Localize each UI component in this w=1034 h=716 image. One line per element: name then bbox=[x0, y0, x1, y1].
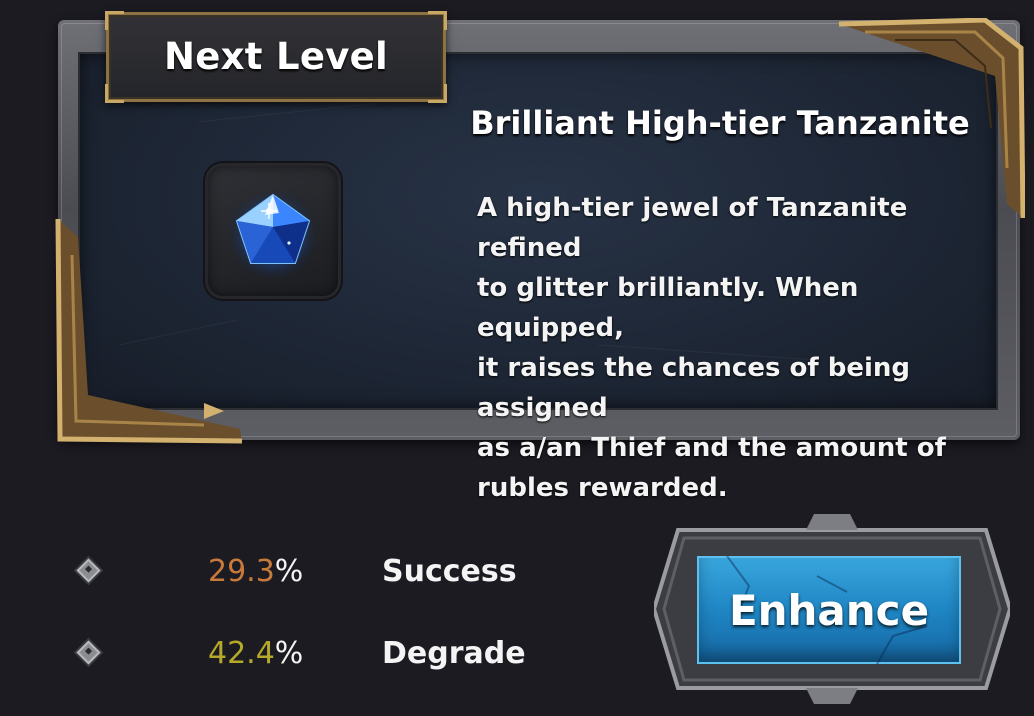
success-label: Success bbox=[382, 554, 517, 589]
degrade-rate-value: 42.4 bbox=[208, 636, 275, 671]
item-description: A high-tier jewel of Tanzanite refined t… bbox=[477, 188, 997, 508]
item-icon-slot bbox=[205, 163, 341, 299]
degrade-label: Degrade bbox=[382, 636, 526, 671]
success-rate-value: 29.3 bbox=[208, 554, 275, 589]
degrade-rate-unit: % bbox=[274, 636, 304, 671]
item-description-line: it raises the chances of being assigned bbox=[477, 353, 910, 423]
enhance-button-label: Enhance bbox=[728, 586, 930, 635]
item-description-line: A high-tier jewel of Tanzanite refined bbox=[477, 193, 908, 263]
degrade-rate: 42.4% bbox=[208, 636, 303, 671]
tanzanite-gem-icon bbox=[227, 187, 319, 279]
item-description-line: rubles rewarded. bbox=[477, 473, 728, 503]
diamond-bullet-icon bbox=[76, 558, 101, 583]
success-rate-unit: % bbox=[274, 554, 304, 589]
item-name: Brilliant High-tier Tanzanite bbox=[470, 104, 970, 142]
enhance-button[interactable]: Enhance bbox=[697, 556, 961, 664]
panel-title: Next Level bbox=[163, 35, 389, 78]
item-description-line: to glitter brilliantly. When equipped, bbox=[477, 273, 859, 343]
success-rate: 29.3% bbox=[208, 554, 303, 589]
diamond-bullet-icon bbox=[76, 640, 101, 665]
item-description-line: as a/an Thief and the amount of bbox=[477, 433, 946, 463]
title-tab: Next Level bbox=[105, 11, 447, 103]
